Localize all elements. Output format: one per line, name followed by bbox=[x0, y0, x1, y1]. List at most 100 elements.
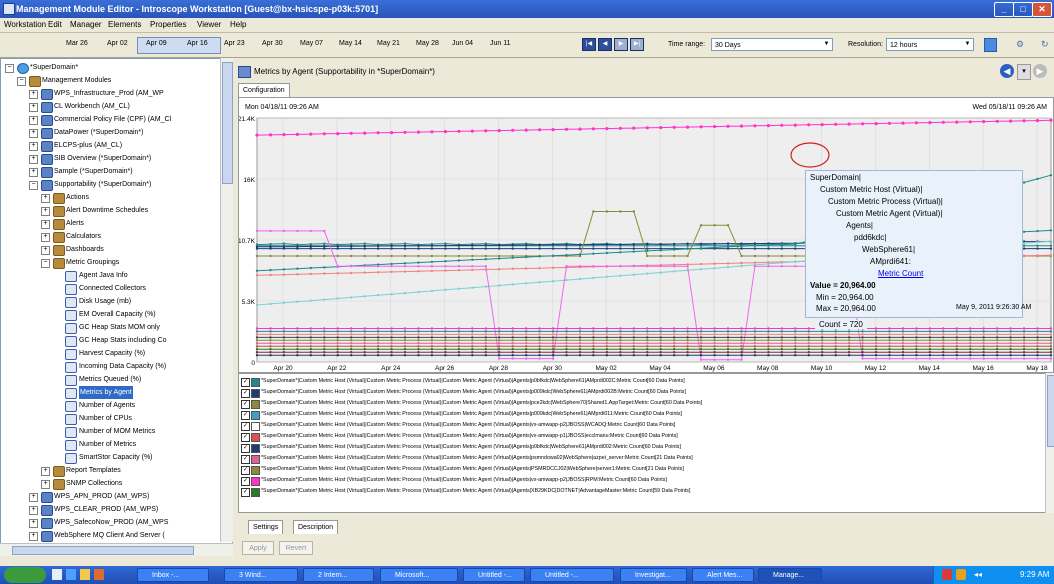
apply-button[interactable]: Apply bbox=[242, 541, 274, 555]
export-icon[interactable] bbox=[984, 38, 997, 52]
expand-icon[interactable]: + bbox=[29, 493, 38, 502]
series-checkbox[interactable]: ✓ bbox=[241, 433, 250, 442]
expand-icon[interactable]: + bbox=[29, 103, 38, 112]
expand-icon[interactable]: + bbox=[41, 220, 50, 229]
folder-icon[interactable] bbox=[80, 569, 90, 580]
taskbar-item[interactable]: Investigat... bbox=[620, 568, 687, 582]
series-checkbox[interactable]: ✓ bbox=[241, 477, 250, 486]
scroll-thumb[interactable] bbox=[222, 62, 233, 184]
expand-icon[interactable]: + bbox=[41, 194, 50, 203]
data-point bbox=[417, 270, 420, 273]
expand-icon[interactable]: + bbox=[29, 168, 38, 177]
scroll-thumb[interactable] bbox=[12, 546, 194, 555]
series-checkbox[interactable]: ✓ bbox=[241, 400, 250, 409]
jump-end-icon[interactable]: ▶| bbox=[630, 38, 644, 51]
step-back-icon[interactable]: ◀ bbox=[598, 38, 612, 51]
expand-icon[interactable]: + bbox=[29, 116, 38, 125]
collapse-icon[interactable]: − bbox=[41, 259, 50, 268]
menu-help[interactable]: Help bbox=[230, 20, 246, 29]
taskbar-item[interactable]: Microsoft... bbox=[380, 568, 458, 582]
menu-edit[interactable]: Edit bbox=[48, 20, 62, 29]
expand-icon[interactable]: + bbox=[29, 129, 38, 138]
menu-workstation[interactable]: Workstation bbox=[4, 20, 46, 29]
jump-start-icon[interactable]: |◀ bbox=[582, 38, 596, 51]
data-point bbox=[282, 242, 286, 245]
revert-button[interactable]: Revert bbox=[279, 541, 313, 555]
series-checkbox[interactable]: ✓ bbox=[241, 378, 250, 387]
series-checkbox[interactable]: ✓ bbox=[241, 389, 250, 398]
taskbar-item[interactable]: Manage... bbox=[758, 568, 822, 582]
collapse-icon[interactable]: − bbox=[5, 64, 14, 73]
taskbar-item[interactable]: Untitled -... bbox=[463, 568, 525, 582]
maximize-button[interactable]: □ bbox=[1013, 2, 1033, 17]
data-point bbox=[780, 345, 783, 348]
forward-icon[interactable]: ▶ bbox=[1033, 64, 1047, 78]
taskbar-item[interactable]: Untitled -... bbox=[530, 568, 614, 582]
list-vertical-scrollbar[interactable] bbox=[1045, 373, 1054, 513]
tree-vertical-scrollbar[interactable] bbox=[220, 58, 233, 542]
expand-icon[interactable]: + bbox=[41, 467, 50, 476]
data-point bbox=[632, 126, 636, 130]
expand-icon[interactable]: + bbox=[41, 207, 50, 216]
tray-alert-icon[interactable] bbox=[942, 569, 952, 580]
close-button[interactable]: ✕ bbox=[1032, 2, 1052, 17]
data-point bbox=[861, 342, 864, 345]
menu-viewer[interactable]: Viewer bbox=[197, 20, 221, 29]
ie-icon[interactable] bbox=[66, 569, 76, 580]
taskbar-item[interactable]: Inbox -... bbox=[137, 568, 209, 582]
taskbar-item[interactable]: 2 Intern... bbox=[303, 568, 374, 582]
minimize-button[interactable]: _ bbox=[994, 2, 1014, 17]
volume-icon[interactable]: ◂◂ bbox=[974, 570, 982, 579]
series-checkbox[interactable]: ✓ bbox=[241, 488, 250, 497]
data-point bbox=[282, 327, 286, 330]
tab-description[interactable]: Description bbox=[293, 520, 339, 534]
data-point bbox=[794, 327, 797, 330]
expand-icon[interactable]: + bbox=[29, 519, 38, 528]
refresh-icon[interactable]: ↻ bbox=[1041, 39, 1049, 50]
expand-icon[interactable]: + bbox=[29, 532, 38, 541]
series-checkbox[interactable]: ✓ bbox=[241, 411, 250, 420]
series-checkbox[interactable]: ✓ bbox=[241, 444, 250, 453]
metric-count-link[interactable]: Metric Count bbox=[878, 269, 923, 278]
tab-settings[interactable]: Settings bbox=[248, 520, 284, 534]
series-checkbox[interactable]: ✓ bbox=[241, 422, 250, 431]
back-icon[interactable]: ◀ bbox=[1000, 64, 1014, 78]
expand-icon[interactable]: + bbox=[29, 155, 38, 164]
data-point bbox=[511, 330, 514, 333]
data-point bbox=[794, 342, 797, 345]
show-desktop-icon[interactable] bbox=[52, 569, 62, 580]
dropdown-icon[interactable]: ▾ bbox=[1017, 64, 1031, 80]
menu-properties[interactable]: Properties bbox=[150, 20, 186, 29]
collapse-icon[interactable]: − bbox=[29, 181, 38, 190]
data-point bbox=[740, 254, 743, 258]
tray-app-icon[interactable] bbox=[956, 569, 966, 580]
start-button[interactable] bbox=[4, 567, 46, 583]
expand-icon[interactable]: + bbox=[41, 233, 50, 242]
snmp-icon bbox=[53, 479, 65, 490]
time-range-select[interactable]: 30 Days ▼ bbox=[711, 38, 833, 51]
menu-elements[interactable]: Elements bbox=[108, 20, 141, 29]
data-point bbox=[484, 265, 487, 268]
data-point bbox=[605, 247, 609, 250]
resolution-select[interactable]: 12 hours ▼ bbox=[886, 38, 974, 51]
expand-icon[interactable]: + bbox=[41, 480, 50, 489]
data-point bbox=[1049, 333, 1053, 336]
tab-configuration[interactable]: Configuration bbox=[238, 83, 290, 97]
menu-manager[interactable]: Manager bbox=[70, 20, 102, 29]
expand-icon[interactable]: + bbox=[29, 90, 38, 99]
play-icon[interactable]: ▶ bbox=[614, 38, 628, 51]
data-point bbox=[498, 357, 501, 360]
scroll-thumb[interactable] bbox=[1047, 375, 1054, 447]
expand-icon[interactable]: + bbox=[41, 246, 50, 255]
expand-icon[interactable]: + bbox=[29, 506, 38, 515]
taskbar-item[interactable]: 3 Wind... bbox=[224, 568, 298, 582]
data-point bbox=[296, 267, 299, 270]
expand-icon[interactable]: + bbox=[29, 142, 38, 151]
taskbar-item[interactable]: Alert Mes... bbox=[692, 568, 754, 582]
series-checkbox[interactable]: ✓ bbox=[241, 455, 250, 464]
tree-horizontal-scrollbar[interactable] bbox=[0, 543, 233, 556]
collapse-icon[interactable]: − bbox=[17, 77, 26, 86]
settings-icon[interactable]: ⚙ bbox=[1016, 39, 1024, 50]
outlook-icon[interactable] bbox=[94, 569, 104, 580]
series-checkbox[interactable]: ✓ bbox=[241, 466, 250, 475]
